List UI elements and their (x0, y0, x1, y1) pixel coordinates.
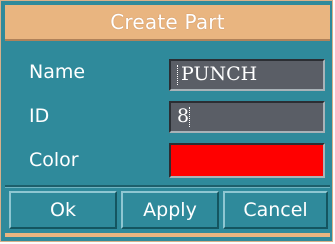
dialog-bottom-edge (5, 233, 330, 237)
ok-button[interactable]: Ok (9, 191, 117, 229)
button-separator (5, 185, 330, 188)
apply-button[interactable]: Apply (121, 191, 219, 229)
id-label: ID (29, 105, 50, 127)
text-cursor (177, 65, 179, 85)
button-row: Ok Apply Cancel (9, 191, 328, 231)
create-part-dialog: Create Part Name PUNCH ID 8 Color Ok App… (0, 0, 333, 242)
id-field[interactable]: 8 (169, 101, 325, 133)
color-label: Color (29, 149, 79, 171)
name-label: Name (29, 61, 86, 83)
id-field-value: 8 (177, 105, 190, 127)
dialog-title: Create Part (5, 5, 330, 41)
color-swatch-button[interactable] (169, 143, 325, 178)
text-cursor (189, 107, 191, 127)
name-field[interactable]: PUNCH (169, 59, 325, 91)
cancel-button[interactable]: Cancel (223, 191, 328, 229)
name-field-value: PUNCH (181, 63, 258, 85)
